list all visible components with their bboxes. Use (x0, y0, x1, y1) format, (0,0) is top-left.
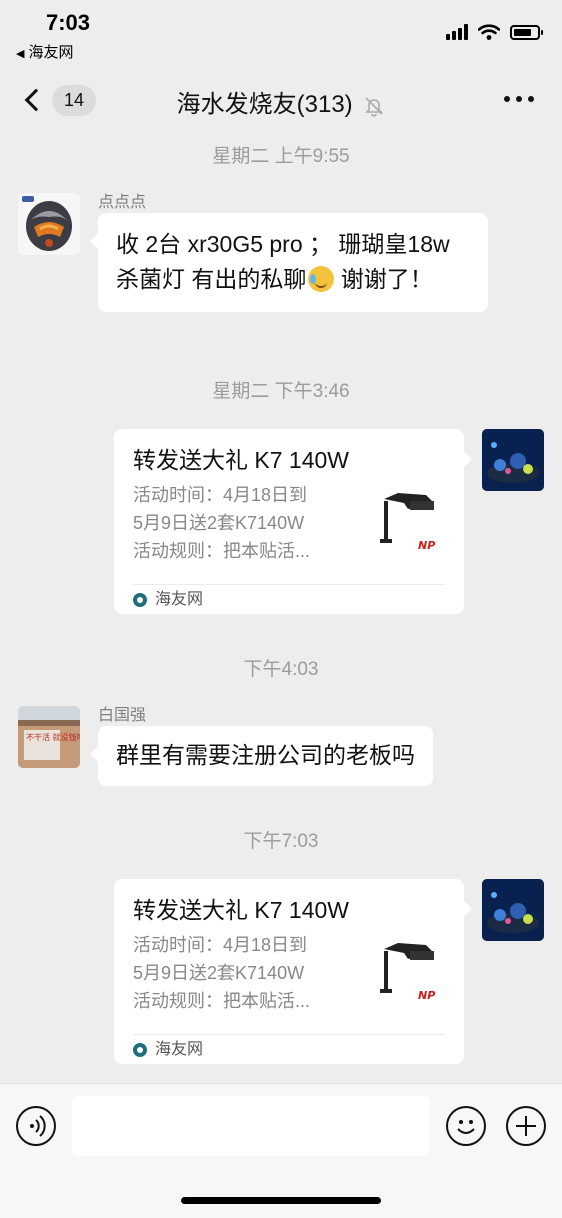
card-desc-line: 活动规则：把本贴活... (133, 541, 311, 561)
timestamp: 下午4:03 (243, 659, 319, 680)
emoji-button[interactable] (446, 1106, 486, 1146)
cellular-signal-icon (446, 24, 468, 40)
plus-icon (516, 1116, 536, 1136)
card-desc-line: 活动时间：4月18日到 (133, 935, 308, 955)
muted-bell-icon (365, 97, 384, 117)
back-to-app-link[interactable]: ◀ 海友网 (16, 41, 73, 62)
np-logo: NP (418, 989, 435, 1002)
wall-sign-avatar-image: 不干活 就没钱吃 (18, 706, 80, 768)
wifi-icon (478, 24, 500, 40)
status-bar: 7:03 ◀ 海友网 (0, 0, 562, 66)
message-input[interactable] (72, 1096, 430, 1156)
more-functions-button[interactable] (506, 1106, 546, 1146)
aquarium-avatar-image (482, 429, 544, 491)
chat-header: 14 海水发烧友(313) (0, 66, 562, 132)
aquarium-avatar-image (482, 879, 544, 941)
card-source: 海友网 (133, 1034, 445, 1064)
home-indicator[interactable] (181, 1197, 381, 1204)
smiley-icon (457, 1120, 475, 1134)
avatar-wall-sign[interactable]: 不干活 就没钱吃 (18, 706, 80, 768)
card-thumbnail-light-fixture: NP (378, 487, 446, 557)
link-card[interactable]: 转发送大礼 K7 140W 活动时间：4月18日到 5月9日送2套K7140W … (114, 879, 472, 1064)
voice-wave-icon (30, 1115, 46, 1137)
np-logo: NP (418, 539, 435, 552)
avatar-self[interactable] (482, 879, 544, 941)
timestamp: 下午7:03 (243, 831, 319, 852)
clock: 7:03 (46, 10, 91, 35)
chat-title: 海水发烧友(313) (0, 84, 562, 119)
sender-name: 点点点 (98, 194, 147, 211)
timestamp: 星期二 下午3:46 (212, 381, 350, 402)
card-desc-line: 活动时间：4月18日到 (133, 485, 308, 505)
card-title: 转发送大礼 K7 140W (133, 447, 349, 473)
source-name: 海友网 (155, 591, 204, 608)
message-text: 群里有需要注册公司的老板吗 (116, 742, 415, 768)
card-desc-line: 活动规则：把本贴活... (133, 991, 311, 1011)
message-bubble[interactable]: 收 2台 xr30G5 pro ； 珊瑚皇18w杀菌灯 有出的私聊 谢谢了！ (90, 213, 488, 312)
avatar-helmet[interactable] (18, 193, 80, 255)
card-desc-line: 5月9日送2套K7140W (133, 513, 305, 533)
link-card[interactable]: 转发送大礼 K7 140W 活动时间：4月18日到 5月9日送2套K7140W … (114, 429, 472, 614)
source-logo-icon (133, 1042, 147, 1057)
source-name: 海友网 (155, 1041, 204, 1058)
card-title: 转发送大礼 K7 140W (133, 897, 349, 923)
back-app-label: 海友网 (28, 44, 74, 61)
avatar-sign-text: 不干活 就没钱吃 (26, 732, 80, 742)
more-options-button[interactable] (504, 96, 534, 102)
message-text-tail: 谢谢了！ (334, 266, 433, 292)
message-bubble[interactable]: 群里有需要注册公司的老板吗 (90, 726, 433, 786)
sender-name: 白国强 (98, 707, 147, 724)
card-description: 活动时间：4月18日到 5月9日送2套K7140W 活动规则：把本贴活... (133, 481, 355, 565)
group-name: 海水发烧友(313) (176, 91, 353, 118)
card-thumbnail-light-fixture: NP (378, 937, 446, 1007)
avatar-self[interactable] (482, 429, 544, 491)
battery-icon (510, 24, 543, 40)
card-description: 活动时间：4月18日到 5月9日送2套K7140W 活动规则：把本贴活... (133, 931, 355, 1015)
system-icons (446, 24, 543, 40)
source-logo-icon (133, 592, 147, 607)
voice-input-button[interactable] (16, 1106, 56, 1146)
back-triangle-icon: ◀ (16, 48, 25, 60)
helmet-avatar-image (18, 193, 80, 255)
card-desc-line: 5月9日送2套K7140W (133, 963, 305, 983)
card-source: 海友网 (133, 584, 445, 614)
crying-laughing-emoji-icon (308, 266, 335, 292)
timestamp: 星期二 上午9:55 (212, 146, 350, 167)
